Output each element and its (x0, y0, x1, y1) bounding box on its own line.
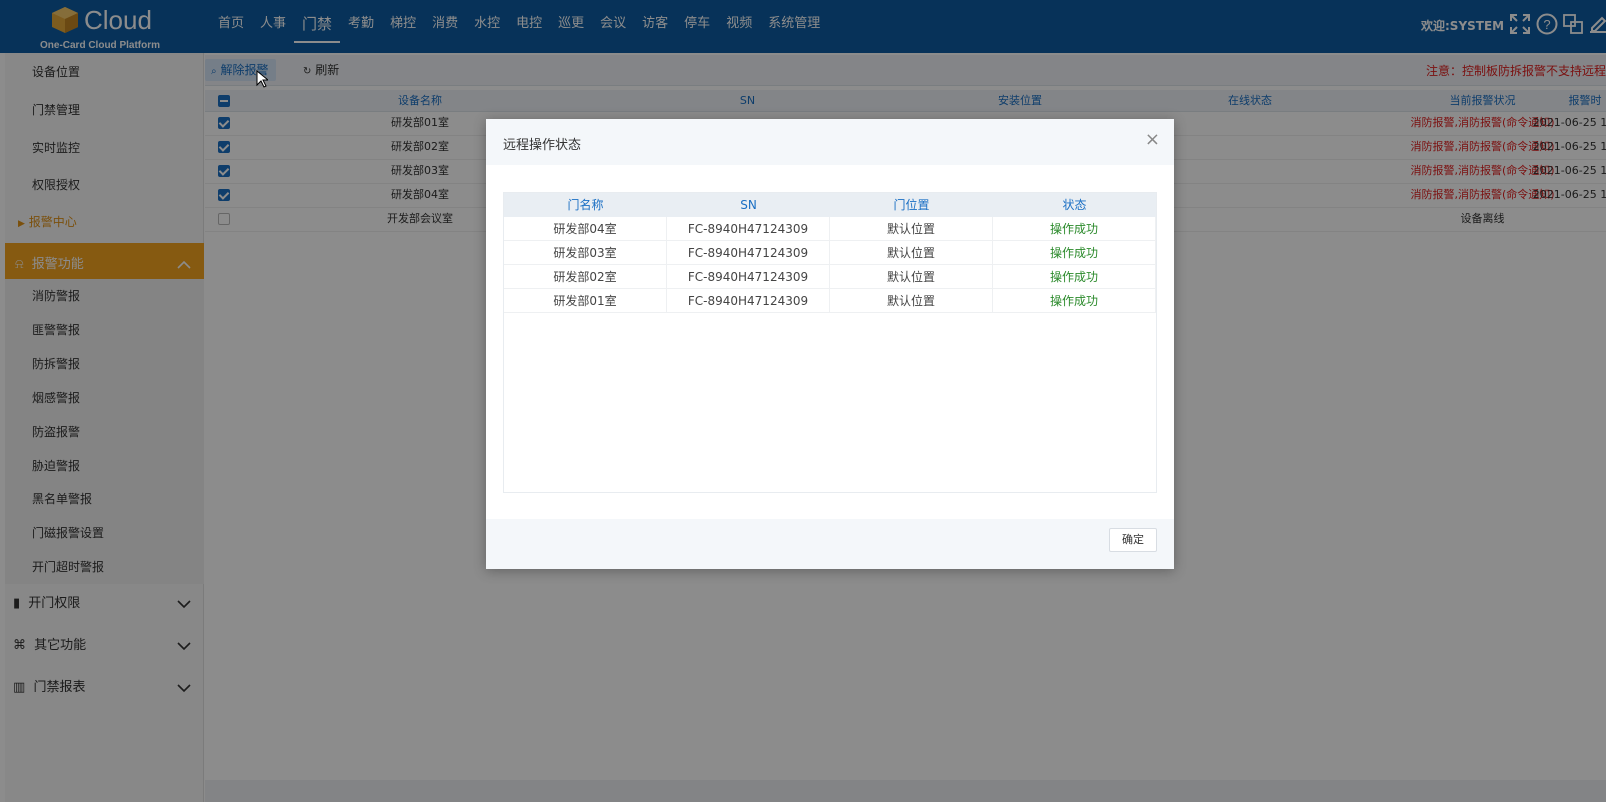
table-cell: 研发部01室 (504, 289, 667, 313)
column-header: 状态 (1062, 198, 1087, 212)
table-cell: 研发部04室 (504, 217, 667, 241)
table-cell: FC-8940H47124309 (667, 241, 830, 265)
table-row: 研发部01室 FC-8940H47124309 默认位置 操作成功 (504, 289, 1156, 313)
column-header: 门位置 (893, 198, 930, 212)
table-cell: 研发部02室 (504, 265, 667, 289)
column-header: 门名称 (567, 198, 604, 212)
table-header: 门名称 SN 门位置 状态 (504, 193, 1156, 217)
dialog-footer: 确定 (486, 519, 1174, 569)
status-cell: 操作成功 (993, 289, 1156, 313)
mouse-cursor-icon (256, 70, 268, 88)
status-cell: 操作成功 (993, 241, 1156, 265)
dialog-header: 远程操作状态 × (486, 119, 1174, 165)
remote-operation-dialog: 远程操作状态 × 门名称 SN 门位置 状态 研发部04室 FC-8940H471… (486, 119, 1174, 569)
column-header: SN (740, 198, 757, 212)
table-cell: 默认位置 (830, 289, 993, 313)
table-cell: 研发部03室 (504, 241, 667, 265)
operation-result-table: 门名称 SN 门位置 状态 研发部04室 FC-8940H47124309 默认位置… (503, 192, 1157, 493)
table-row: 研发部04室 FC-8940H47124309 默认位置 操作成功 (504, 217, 1156, 241)
status-cell: 操作成功 (993, 217, 1156, 241)
table-cell: 默认位置 (830, 241, 993, 265)
status-cell: 操作成功 (993, 265, 1156, 289)
table-cell: 默认位置 (830, 265, 993, 289)
table-cell: 默认位置 (830, 217, 993, 241)
close-icon[interactable]: × (1145, 131, 1160, 149)
table-cell: FC-8940H47124309 (667, 289, 830, 313)
confirm-button[interactable]: 确定 (1109, 528, 1157, 552)
table-cell: FC-8940H47124309 (667, 217, 830, 241)
table-cell: FC-8940H47124309 (667, 265, 830, 289)
table-row: 研发部02室 FC-8940H47124309 默认位置 操作成功 (504, 265, 1156, 289)
dialog-title: 远程操作状态 (503, 138, 582, 153)
table-row: 研发部03室 FC-8940H47124309 默认位置 操作成功 (504, 241, 1156, 265)
